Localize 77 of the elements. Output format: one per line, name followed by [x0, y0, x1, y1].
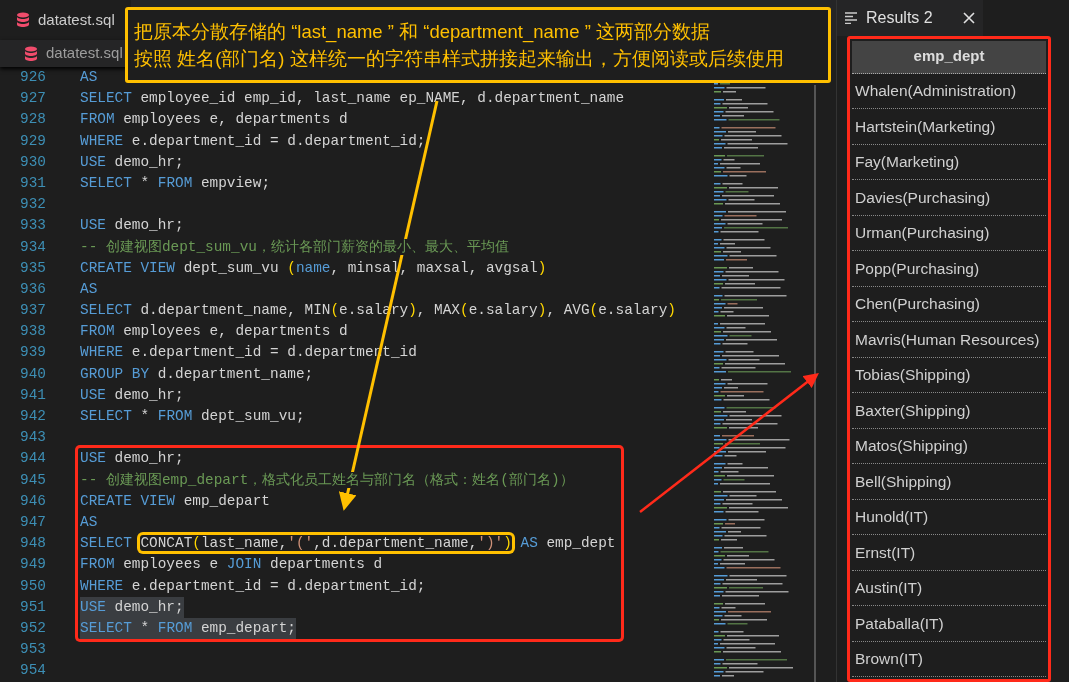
- line-number: 949: [20, 556, 46, 573]
- table-cell-text: Mavris(Human Resources): [855, 329, 1040, 350]
- line-number: 948: [20, 535, 46, 552]
- code-line: CREATE VIEW emp_depart: [80, 492, 270, 509]
- code-line: USE demo_hr;: [80, 386, 184, 403]
- line-number: 926: [20, 69, 46, 85]
- line-number: 934: [20, 238, 46, 255]
- table-cell-text: Hartstein(Marketing): [855, 116, 996, 137]
- code-line: SELECT * FROM empview;: [80, 174, 271, 191]
- table-cell-text: Chen(Purchasing): [855, 294, 980, 315]
- table-cell-text: Ernst(IT): [855, 542, 916, 563]
- line-number: 953: [20, 641, 46, 658]
- table-cell-text: Brown(IT): [855, 649, 924, 670]
- line-number: 931: [20, 174, 46, 191]
- breadcrumb-label[interactable]: datatest.sql: [46, 42, 123, 65]
- code-line: USE demo_hr;: [80, 153, 184, 170]
- line-number: 944: [20, 450, 46, 467]
- close-icon[interactable]: [963, 11, 975, 24]
- line-number: 951: [20, 598, 46, 615]
- line-number: 935: [20, 259, 46, 276]
- code-line: SELECT CONCAT(last_name,'(',d.department_name,')') AS emp_dept: [80, 535, 616, 552]
- line-number: 937: [20, 302, 46, 319]
- code-line: FROM employees e JOIN departments d: [80, 556, 383, 573]
- line-number: 942: [20, 408, 46, 424]
- line-number: 938: [20, 323, 46, 340]
- results-tab[interactable]: Results 2: [837, 0, 983, 36]
- database-icon: [16, 12, 30, 28]
- code-line: USE demo_hr;: [80, 217, 184, 234]
- table-cell-text: Hunold(IT): [855, 507, 929, 528]
- callout-text: 按照 姓名(部门名) 这样统一的字符串样式拼接起来输出，方便阅读或后续使用: [134, 47, 785, 71]
- table-cell-text: Fay(Marketing): [855, 152, 960, 173]
- table-cell-text: Baxter(Shipping): [855, 400, 971, 421]
- code-line: GROUP BY d.department_name;: [80, 365, 314, 382]
- column-header[interactable]: emp_dept: [852, 40, 1046, 74]
- code-line: WHERE e.department_id = d.department_id;: [80, 132, 426, 149]
- line-number: 940: [20, 365, 46, 382]
- code-line: AS: [80, 69, 98, 85]
- code-line: FROM employees e, departments d: [80, 323, 348, 340]
- line-number: 943: [20, 429, 46, 446]
- callout-text: 把原本分散存储的 “last_name ” 和 “department_name ” 这两部分数据: [134, 20, 711, 45]
- line-number: 939: [20, 344, 46, 361]
- line-number: 952: [20, 619, 46, 636]
- line-number: 945: [20, 471, 46, 488]
- line-number: 936: [20, 280, 46, 297]
- code-line: USE demo_hr;: [80, 450, 184, 467]
- code-line: SELECT * FROM emp_depart;: [80, 619, 296, 636]
- table-cell-text: Pataballa(IT): [855, 613, 944, 634]
- table-cell-text: Popp(Purchasing): [855, 258, 980, 279]
- table-cell-text: Tobias(Shipping): [855, 365, 971, 386]
- code-line: USE demo_hr;: [80, 598, 184, 615]
- line-number: 930: [20, 153, 46, 170]
- line-number: 932: [20, 196, 46, 213]
- code-line: FROM employees e, departments d: [80, 111, 348, 128]
- database-icon: [24, 45, 38, 62]
- line-number: 933: [20, 217, 46, 234]
- table-cell-text: Whalen(Administration): [855, 81, 1017, 102]
- table-cell-text: Matos(Shipping): [855, 436, 968, 457]
- code-line: SELECT employee_id emp_id, last_name ep_NAME, d.department_name: [80, 90, 625, 107]
- line-number: 941: [20, 386, 46, 403]
- table-cell-text: Austin(IT): [855, 578, 923, 599]
- list-icon: [845, 11, 858, 24]
- table-cell-text: Davies(Purchasing): [855, 187, 991, 208]
- line-number: 954: [20, 662, 46, 679]
- code-line: WHERE e.department_id = d.department_id;: [80, 577, 426, 594]
- code-line: AS: [80, 513, 98, 530]
- editor-tab[interactable]: datatest.sql: [0, 0, 131, 40]
- line-number: 947: [20, 513, 46, 530]
- line-number: 928: [20, 111, 46, 128]
- line-number: 946: [20, 492, 46, 509]
- scrollbar[interactable]: [814, 85, 816, 682]
- line-number: 927: [20, 90, 46, 107]
- code-line: SELECT * FROM dept_sum_vu;: [80, 408, 305, 424]
- code-line: AS: [80, 280, 98, 297]
- line-number: 950: [20, 577, 46, 594]
- line-number: 929: [20, 132, 46, 149]
- table-cell-text: Bell(Shipping): [855, 471, 952, 492]
- table-cell-text: Urman(Purchasing): [855, 223, 990, 244]
